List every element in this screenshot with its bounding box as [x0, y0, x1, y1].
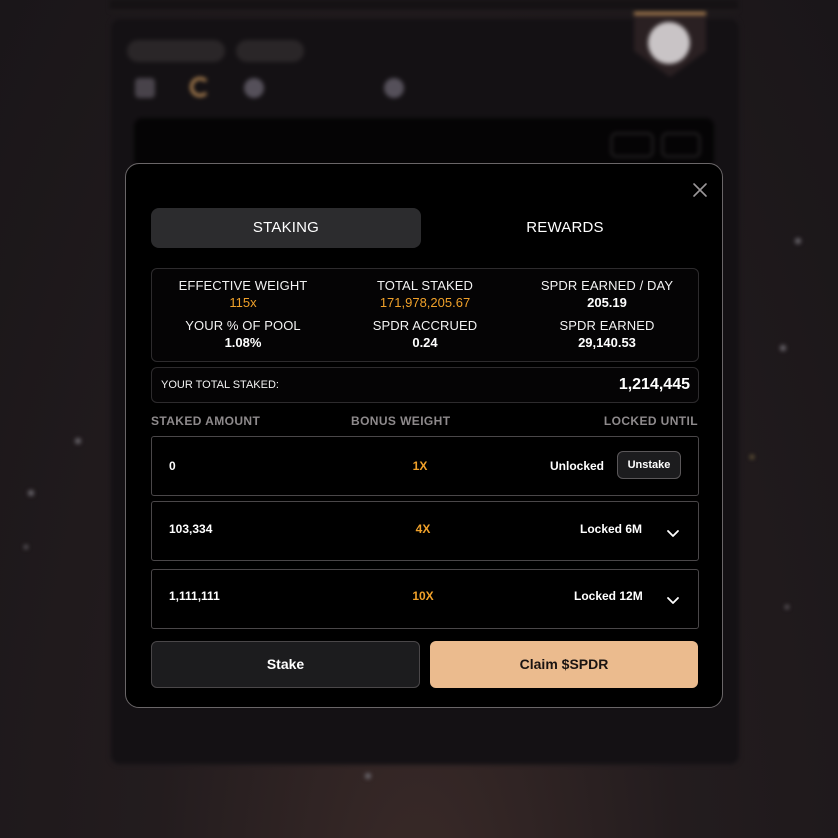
- sparkle-dot: [785, 605, 789, 609]
- stat-spdr-earned: SPDR EARNED 29,140.53: [516, 318, 698, 350]
- header-bonus-weight: BONUS WEIGHT: [351, 414, 451, 428]
- staking-modal: STAKING REWARDS EFFECTIVE WEIGHT 115x TO…: [125, 163, 723, 708]
- stat-label: SPDR ACCRUED: [372, 318, 478, 333]
- sparkle-dot: [75, 438, 81, 444]
- chevron-down-icon: [667, 597, 679, 604]
- refresh-icon: [190, 77, 210, 97]
- stake-amount: 0: [169, 459, 176, 473]
- stat-spdr-accrued: SPDR ACCRUED 0.24: [334, 318, 516, 350]
- sparkle-dot: [24, 545, 28, 549]
- total-staked-label: YOUR TOTAL STAKED:: [161, 379, 279, 391]
- background-max-button: [662, 133, 700, 157]
- total-staked-row: YOUR TOTAL STAKED: 1,214,445: [151, 367, 699, 403]
- wallet-icon: [135, 78, 155, 98]
- close-icon: [693, 183, 707, 197]
- stat-label: SPDR EARNED: [559, 318, 655, 333]
- stat-pool-percent: YOUR % OF POOL 1.08%: [152, 318, 334, 350]
- expand-button[interactable]: [665, 592, 681, 608]
- stat-value: 0.24: [412, 335, 438, 350]
- stake-row[interactable]: 103,334 4X Locked 6M: [151, 501, 699, 561]
- claim-button[interactable]: Claim $SPDR: [430, 641, 698, 688]
- bonus-weight: 4X: [415, 522, 431, 536]
- stake-row[interactable]: 1,111,111 10X Locked 12M: [151, 569, 699, 629]
- stat-value: 171,978,205.67: [379, 295, 471, 310]
- bonus-weight: 1X: [412, 459, 428, 473]
- stat-label: EFFECTIVE WEIGHT: [178, 278, 308, 293]
- stats-panel: EFFECTIVE WEIGHT 115x TOTAL STAKED 171,9…: [151, 268, 699, 362]
- sparkle-dot: [28, 490, 34, 496]
- expand-button[interactable]: [665, 525, 681, 541]
- background-half-button: [611, 133, 653, 157]
- stat-total-staked: TOTAL STAKED 171,978,205.67: [334, 278, 516, 310]
- close-button[interactable]: [692, 182, 708, 198]
- lock-status: Unlocked: [550, 459, 605, 473]
- stake-amount: 1,111,111: [169, 589, 220, 603]
- stat-label: SPDR EARNED / DAY: [540, 278, 674, 293]
- share-icon: [384, 78, 404, 98]
- stat-value: 1.08%: [224, 335, 262, 350]
- unstake-button[interactable]: Unstake: [617, 451, 681, 479]
- lock-status: Locked 6M: [580, 522, 643, 536]
- stat-label: TOTAL STAKED: [376, 278, 474, 293]
- sparkle-dot: [795, 238, 801, 244]
- stat-effective-weight: EFFECTIVE WEIGHT 115x: [152, 278, 334, 310]
- stake-row: 0 1X Unlocked Unstake: [151, 436, 699, 496]
- sparkle-dot: [365, 773, 371, 779]
- stat-value: 115x: [229, 295, 257, 310]
- background-badge-logo: [648, 22, 690, 64]
- sparkle-dot: [750, 455, 754, 459]
- chevron-down-icon: [667, 530, 679, 537]
- stat-label: YOUR % OF POOL: [185, 318, 301, 333]
- header-locked-until: LOCKED UNTIL: [603, 414, 698, 428]
- tab-staking[interactable]: STAKING: [151, 208, 421, 248]
- stake-button[interactable]: Stake: [151, 641, 420, 688]
- gear-icon: [244, 78, 264, 98]
- stat-value: 205.19: [587, 295, 627, 310]
- tab-rewards[interactable]: REWARDS: [430, 208, 700, 248]
- header-staked-amount: STAKED AMOUNT: [151, 414, 261, 428]
- stake-amount: 103,334: [169, 522, 213, 536]
- total-staked-value: 1,214,445: [618, 376, 690, 393]
- background-chip: [236, 40, 304, 62]
- lock-status: Locked 12M: [574, 589, 643, 603]
- background-chip: [127, 40, 225, 62]
- sparkle-dot: [780, 345, 786, 351]
- stat-value: 29,140.53: [578, 335, 636, 350]
- bonus-weight: 10X: [412, 589, 434, 603]
- background-topbar: [110, 0, 738, 11]
- stat-spdr-earned-day: SPDR EARNED / DAY 205.19: [516, 278, 698, 310]
- tab-bar: STAKING REWARDS: [151, 208, 699, 248]
